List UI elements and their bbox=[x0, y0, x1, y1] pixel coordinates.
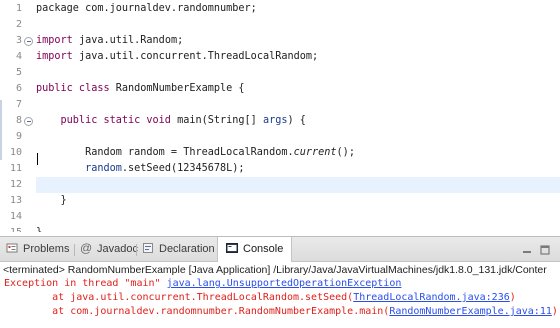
line-number: 2 bbox=[15, 19, 22, 30]
keyword-token: public static void bbox=[36, 115, 171, 126]
code-token: ) { bbox=[287, 115, 306, 126]
line-number: 1 bbox=[15, 3, 22, 14]
code-line[interactable] bbox=[36, 129, 560, 145]
code-token: (); bbox=[336, 147, 355, 158]
code-line[interactable] bbox=[36, 97, 560, 113]
code-token: java.util.Random; bbox=[72, 35, 184, 46]
code-line[interactable]: import java.util.concurrent.ThreadLocalR… bbox=[36, 49, 560, 65]
exception-line: Exception in thread "main" java.lang.Uns… bbox=[4, 277, 401, 291]
code-token: package com.journaldev.randomnumber; bbox=[36, 3, 257, 14]
problems-icon bbox=[6, 243, 18, 253]
tab-label: Console bbox=[243, 243, 284, 255]
fold-collapse-icon[interactable] bbox=[24, 37, 33, 46]
keyword-token: public class bbox=[36, 83, 110, 94]
text-caret bbox=[37, 153, 38, 165]
tab-separator bbox=[74, 244, 75, 256]
change-marker bbox=[0, 100, 2, 160]
keyword-token: import bbox=[36, 35, 73, 46]
tab-label: Problems bbox=[23, 243, 70, 255]
maximize-icon[interactable] bbox=[540, 245, 550, 255]
tab-problems[interactable]: Problems bbox=[6, 237, 69, 262]
line-number: 10 bbox=[9, 147, 22, 158]
tab-console[interactable]: Console bbox=[217, 237, 293, 262]
tab-label: Declaration bbox=[159, 243, 215, 255]
line-number: 14 bbox=[9, 211, 22, 222]
line-number: 5 bbox=[15, 67, 22, 78]
code-line[interactable]: import java.util.Random; bbox=[36, 33, 560, 49]
code-token: current bbox=[293, 147, 337, 158]
minimize-icon[interactable] bbox=[522, 245, 532, 255]
code-line[interactable]: } bbox=[36, 193, 560, 209]
fold-collapse-icon[interactable] bbox=[24, 117, 33, 126]
console-output[interactable]: <terminated> RandomNumberExample [Java A… bbox=[0, 262, 560, 328]
line-number: 7 bbox=[15, 99, 22, 110]
line-number: 6 bbox=[15, 83, 22, 94]
exception-prefix: Exception in thread "main" bbox=[4, 278, 167, 289]
code-line[interactable]: package com.journaldev.randomnumber; bbox=[36, 1, 560, 17]
keyword-token: import bbox=[36, 51, 73, 62]
trace-suffix: ) bbox=[551, 306, 558, 317]
code-line[interactable]: } bbox=[36, 225, 560, 232]
line-number: 15 bbox=[0, 225, 22, 232]
line-number: 3 bbox=[15, 35, 22, 46]
code-token: } bbox=[36, 227, 42, 232]
trace-link[interactable]: ThreadLocalRandom.java:236 bbox=[353, 292, 510, 303]
code-line[interactable] bbox=[36, 209, 560, 225]
line-number: 8 bbox=[15, 115, 22, 126]
code-token: .setSeed(12345678L); bbox=[121, 163, 245, 174]
stack-trace-line: at com.journaldev.randomnumber.RandomNum… bbox=[4, 305, 558, 319]
code-line[interactable]: public static void main(String[] args) { bbox=[36, 113, 560, 129]
line-number: 9 bbox=[15, 131, 22, 142]
line-number: 11 bbox=[9, 163, 22, 174]
stack-trace-line: at java.util.concurrent.ThreadLocalRando… bbox=[4, 291, 516, 305]
line-number-gutter: 12345678910111213141516 bbox=[0, 0, 36, 232]
code-line[interactable]: random.setSeed(12345678L); bbox=[36, 161, 560, 177]
code-line[interactable] bbox=[36, 17, 560, 33]
trace-link[interactable]: RandomNumberExample.java:11 bbox=[389, 306, 552, 317]
console-icon bbox=[226, 243, 238, 254]
code-token: java.util.concurrent.ThreadLocalRandom; bbox=[72, 51, 319, 62]
tab-separator bbox=[136, 244, 137, 256]
tab-label: Javadoc bbox=[97, 243, 138, 255]
code-token: main(String[] bbox=[170, 115, 263, 126]
tab-declaration[interactable]: Declaration bbox=[142, 237, 215, 262]
variable-token: random bbox=[85, 163, 122, 174]
declaration-icon bbox=[143, 243, 153, 254]
panel-tab-bar: Problems @ Javadoc Declaration Console bbox=[0, 236, 560, 262]
code-token: Random random = ThreadLocalRandom. bbox=[36, 147, 294, 158]
variable-token: args bbox=[262, 115, 288, 126]
exception-link[interactable]: java.lang.UnsupportedOperationException bbox=[167, 278, 402, 289]
trace-suffix: ) bbox=[509, 292, 516, 303]
line-number: 13 bbox=[9, 195, 22, 206]
trace-prefix: at java.util.concurrent.ThreadLocalRando… bbox=[4, 292, 354, 303]
code-line[interactable] bbox=[36, 65, 560, 81]
line-number: 4 bbox=[15, 51, 22, 62]
code-token: RandomNumberExample { bbox=[109, 83, 245, 94]
code-token: } bbox=[36, 195, 67, 206]
console-status-line: <terminated> RandomNumberExample [Java A… bbox=[3, 264, 547, 276]
line-number: 12 bbox=[9, 179, 22, 190]
code-line[interactable]: Random random = ThreadLocalRandom.curren… bbox=[36, 145, 560, 161]
javadoc-icon: @ bbox=[80, 241, 93, 256]
code-editor[interactable]: 12345678910111213141516 package com.jour… bbox=[0, 0, 560, 232]
tab-javadoc[interactable]: @ Javadoc bbox=[80, 237, 138, 262]
code-line[interactable] bbox=[36, 177, 560, 193]
code-line[interactable]: public class RandomNumberExample { bbox=[36, 81, 560, 97]
trace-prefix: at com.journaldev.randomnumber.RandomNum… bbox=[4, 306, 390, 317]
